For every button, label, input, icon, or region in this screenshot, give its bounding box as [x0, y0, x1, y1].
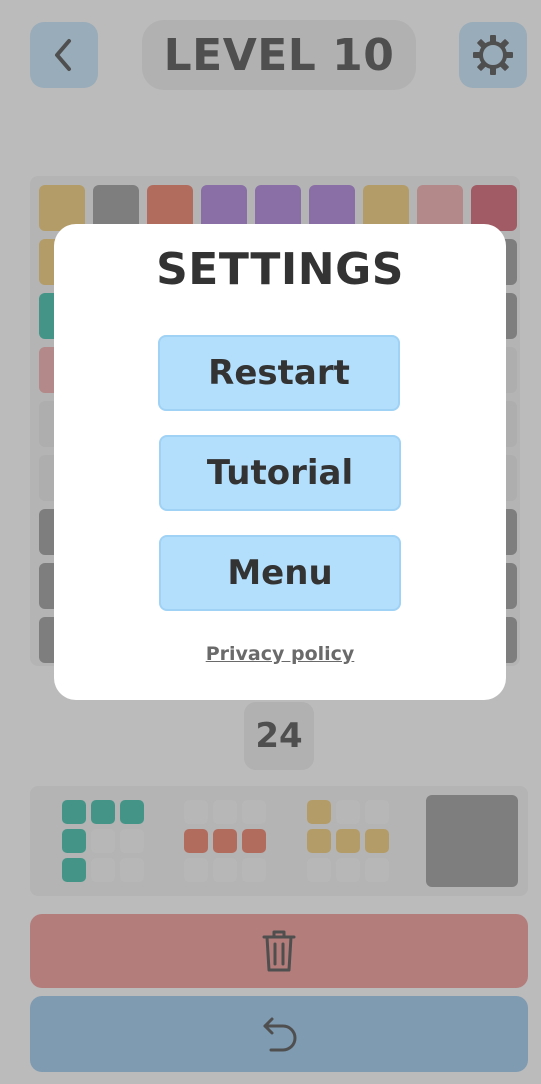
menu-button[interactable]: Menu [159, 535, 401, 611]
privacy-policy-link[interactable]: Privacy policy [54, 643, 506, 665]
tutorial-button[interactable]: Tutorial [159, 435, 401, 511]
settings-modal: SETTINGS Restart Tutorial Menu Privacy p… [54, 224, 506, 700]
restart-button[interactable]: Restart [158, 335, 400, 411]
game-screen: LEVEL 10 24 SETTINGS Restart Tutorial Me… [0, 0, 541, 1084]
settings-title: SETTINGS [156, 244, 404, 295]
